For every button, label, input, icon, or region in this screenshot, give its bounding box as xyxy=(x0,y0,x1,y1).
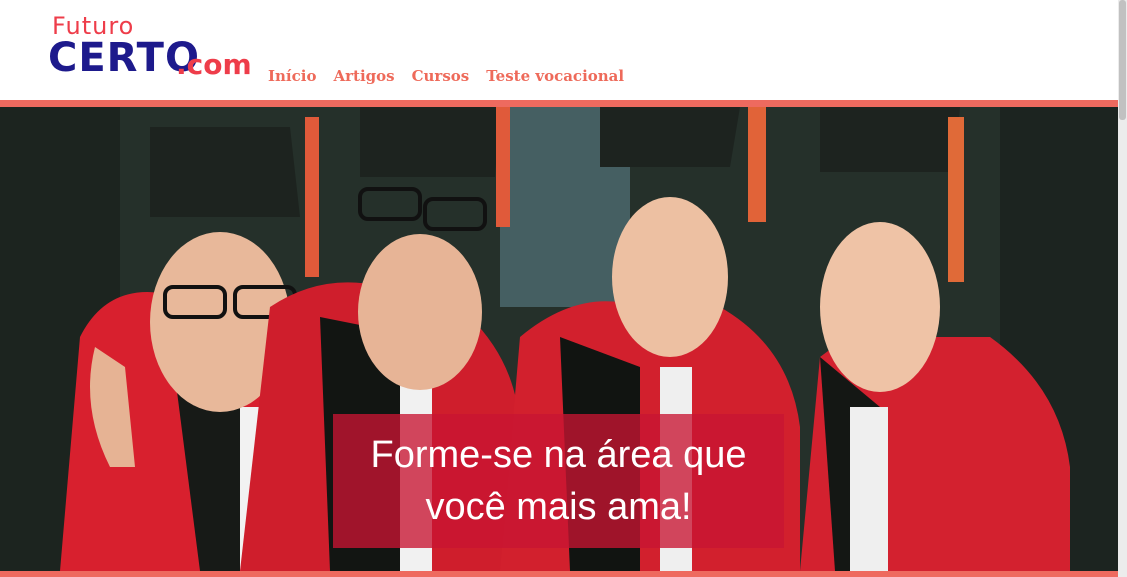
nav-item-artigos[interactable]: Artigos xyxy=(333,66,394,86)
nav-item-teste-vocacional[interactable]: Teste vocacional xyxy=(486,66,624,86)
logo-suffix-text: .com xyxy=(176,48,252,81)
nav-item-cursos[interactable]: Cursos xyxy=(412,66,470,86)
vertical-scrollbar[interactable] xyxy=(1118,0,1127,577)
header-divider xyxy=(0,100,1118,107)
main-nav: Início Artigos Cursos Teste vocacional xyxy=(268,66,624,86)
hero-caption-box: Forme-se na área que você mais ama! xyxy=(333,414,784,548)
hero-banner: Forme-se na área que você mais ama! xyxy=(0,107,1118,571)
scrollbar-thumb[interactable] xyxy=(1119,0,1126,120)
nav-item-inicio[interactable]: Início xyxy=(268,66,316,86)
page: Futuro CERTO .com Início Artigos Cursos … xyxy=(0,0,1127,577)
site-logo[interactable]: Futuro CERTO .com xyxy=(48,12,252,84)
site-header: Futuro CERTO .com Início Artigos Cursos … xyxy=(0,0,1118,100)
hero-caption: Forme-se na área que você mais ama! xyxy=(370,434,747,528)
bottom-divider xyxy=(0,571,1118,577)
